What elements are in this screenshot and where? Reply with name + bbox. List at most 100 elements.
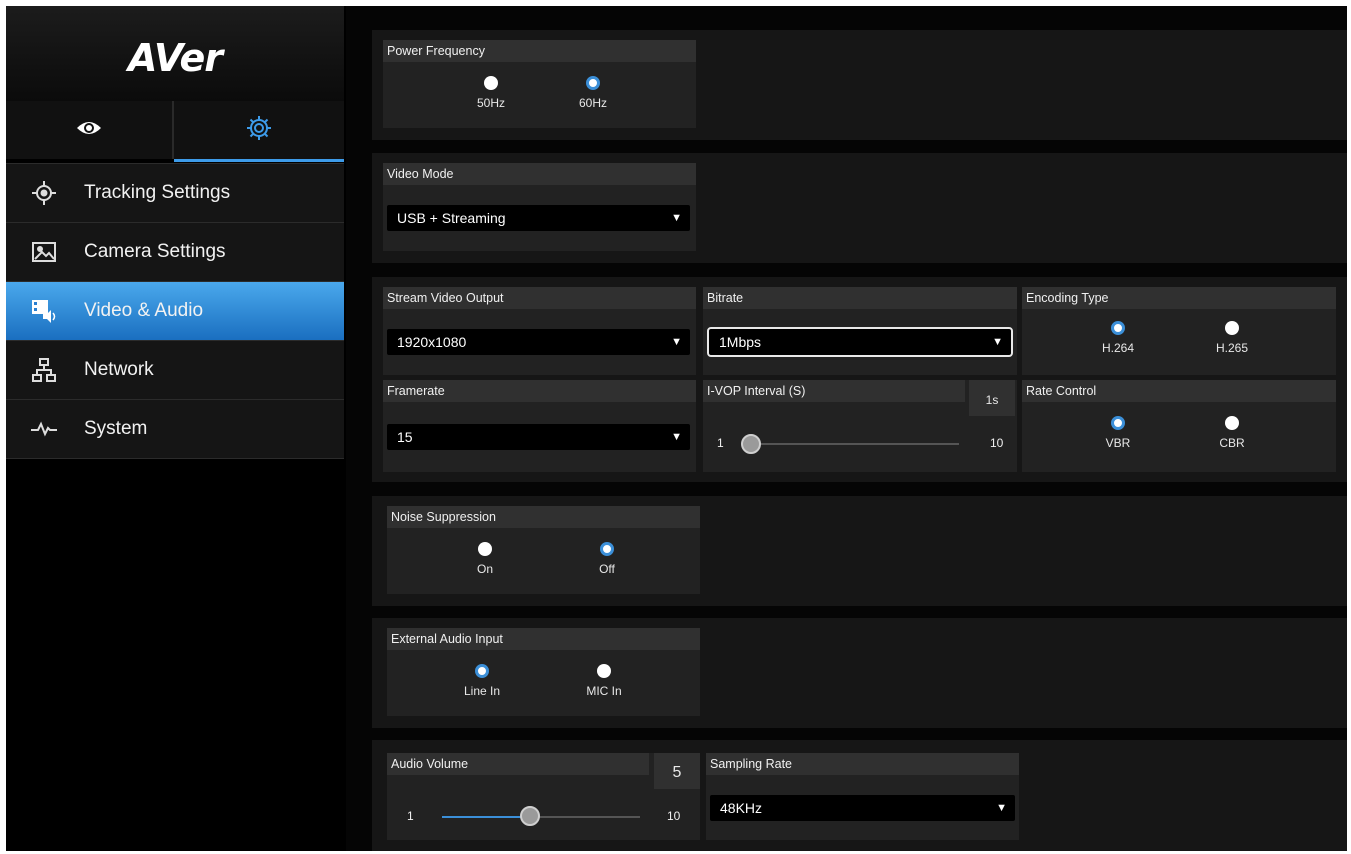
stream-settings-section: Stream Video Output 1920x1080 ▼ Bitrate …	[372, 277, 1347, 482]
framerate-group: Framerate 15 ▼	[383, 380, 696, 472]
logo-area: AVer	[6, 6, 344, 101]
sidebar-item-network[interactable]: Network	[6, 340, 344, 399]
select-value: 1920x1080	[397, 334, 467, 350]
target-icon	[30, 179, 58, 207]
chevron-down-icon: ▼	[996, 802, 1007, 814]
bitrate-title: Bitrate	[703, 287, 1017, 309]
settings-panel: Power Frequency 50Hz 60Hz Video Mode USB…	[346, 6, 1347, 851]
noise-suppression-title: Noise Suppression	[387, 506, 700, 528]
gear-icon	[245, 114, 273, 147]
sidebar-item-label: System	[84, 418, 148, 439]
radio-60hz[interactable]: 60Hz	[563, 76, 623, 110]
audio-volume-fill	[442, 816, 530, 818]
radio-dot	[475, 664, 489, 678]
radio-label: H.264	[1101, 341, 1135, 355]
slider-min-label: 1	[407, 809, 414, 823]
radio-dot	[1111, 416, 1125, 430]
radio-label: Off	[599, 562, 615, 576]
noise-suppression-group: Noise Suppression On Off	[387, 506, 700, 594]
video-audio-icon	[30, 297, 58, 325]
radio-label: Line In	[463, 684, 501, 698]
power-frequency-section: Power Frequency 50Hz 60Hz	[372, 30, 1347, 140]
sidebar-nav: Tracking Settings Camera Settings Video …	[6, 163, 344, 459]
chevron-down-icon: ▼	[671, 212, 682, 224]
sidebar-item-tracking-settings[interactable]: Tracking Settings	[6, 163, 344, 222]
stream-video-output-select[interactable]: 1920x1080 ▼	[387, 329, 690, 355]
external-audio-input-section: External Audio Input Line In MIC In	[372, 618, 1347, 728]
audio-settings-section: Audio Volume 5 1 10 Sampling Rate 48KHz …	[372, 740, 1347, 851]
external-audio-input-title: External Audio Input	[387, 628, 700, 650]
ivop-interval-group: I-VOP Interval (S) 1s 1 10	[703, 380, 1017, 472]
chevron-down-icon: ▼	[671, 431, 682, 443]
radio-noise-on[interactable]: On	[455, 542, 515, 576]
radio-label: On	[476, 562, 493, 576]
radio-mic-in[interactable]: MIC In	[574, 664, 634, 698]
select-value: USB + Streaming	[397, 210, 506, 226]
radio-label: 50Hz	[476, 96, 505, 110]
radio-dot	[600, 542, 614, 556]
mode-tabs	[6, 101, 344, 163]
radio-label: H.265	[1215, 341, 1249, 355]
framerate-title: Framerate	[383, 380, 696, 402]
app-window: AVer Tracking Settings Camera Settings V…	[6, 6, 1347, 851]
radio-dot	[478, 542, 492, 556]
encoding-type-title: Encoding Type	[1022, 287, 1336, 309]
video-mode-section: Video Mode USB + Streaming ▼	[372, 153, 1347, 263]
sampling-rate-select[interactable]: 48KHz ▼	[710, 795, 1015, 821]
radio-dot	[586, 76, 600, 90]
tab-settings[interactable]	[174, 101, 344, 162]
bitrate-select[interactable]: 1Mbps ▼	[707, 327, 1013, 357]
sampling-rate-group: Sampling Rate 48KHz ▼	[706, 753, 1019, 840]
audio-volume-group: Audio Volume 5 1 10	[387, 753, 700, 840]
sidebar-item-system[interactable]: System	[6, 399, 344, 458]
ivop-slider-track[interactable]	[751, 443, 959, 445]
rate-control-title: Rate Control	[1022, 380, 1336, 402]
encoding-type-group: Encoding Type H.264 H.265	[1022, 287, 1336, 375]
radio-noise-off[interactable]: Off	[577, 542, 637, 576]
radio-50hz[interactable]: 50Hz	[461, 76, 521, 110]
radio-h265[interactable]: H.265	[1202, 321, 1262, 355]
select-value: 15	[397, 429, 413, 445]
radio-label: MIC In	[586, 684, 622, 698]
network-icon	[30, 356, 58, 384]
video-mode-select[interactable]: USB + Streaming ▼	[387, 205, 690, 231]
sidebar-item-label: Camera Settings	[84, 241, 226, 262]
sidebar: AVer Tracking Settings Camera Settings V…	[6, 6, 344, 851]
radio-label: 60Hz	[578, 96, 607, 110]
slider-max-label: 10	[667, 809, 681, 823]
rate-control-group: Rate Control VBR CBR	[1022, 380, 1336, 472]
image-icon	[30, 238, 58, 266]
eye-icon	[76, 119, 102, 142]
sidebar-item-camera-settings[interactable]: Camera Settings	[6, 222, 344, 281]
ivop-slider-thumb[interactable]	[741, 434, 761, 454]
audio-volume-title: Audio Volume	[387, 753, 649, 775]
power-frequency-title: Power Frequency	[383, 40, 696, 62]
framerate-select[interactable]: 15 ▼	[387, 424, 690, 450]
power-frequency-group: Power Frequency 50Hz 60Hz	[383, 40, 696, 128]
ivop-interval-title: I-VOP Interval (S)	[703, 380, 965, 402]
stream-video-output-group: Stream Video Output 1920x1080 ▼	[383, 287, 696, 375]
video-mode-title: Video Mode	[383, 163, 696, 185]
external-audio-input-group: External Audio Input Line In MIC In	[387, 628, 700, 716]
slider-max-label: 10	[990, 436, 1004, 450]
slider-min-label: 1	[717, 436, 724, 450]
tab-live-view[interactable]	[6, 101, 174, 159]
audio-volume-value: 5	[654, 753, 700, 789]
sampling-rate-title: Sampling Rate	[706, 753, 1019, 775]
select-value: 1Mbps	[719, 334, 762, 350]
radio-cbr[interactable]: CBR	[1202, 416, 1262, 450]
chevron-down-icon: ▼	[671, 336, 682, 348]
stream-video-output-title: Stream Video Output	[383, 287, 696, 309]
radio-line-in[interactable]: Line In	[452, 664, 512, 698]
radio-label: VBR	[1105, 436, 1131, 450]
sidebar-item-video-audio[interactable]: Video & Audio	[6, 281, 344, 340]
audio-volume-thumb[interactable]	[520, 806, 540, 826]
sidebar-item-label: Video & Audio	[84, 300, 204, 321]
radio-dot	[1225, 416, 1239, 430]
radio-h264[interactable]: H.264	[1088, 321, 1148, 355]
pulse-icon	[30, 415, 58, 443]
bitrate-group: Bitrate 1Mbps ▼	[703, 287, 1017, 375]
radio-vbr[interactable]: VBR	[1088, 416, 1148, 450]
sidebar-divider	[6, 458, 344, 459]
video-mode-group: Video Mode USB + Streaming ▼	[383, 163, 696, 251]
